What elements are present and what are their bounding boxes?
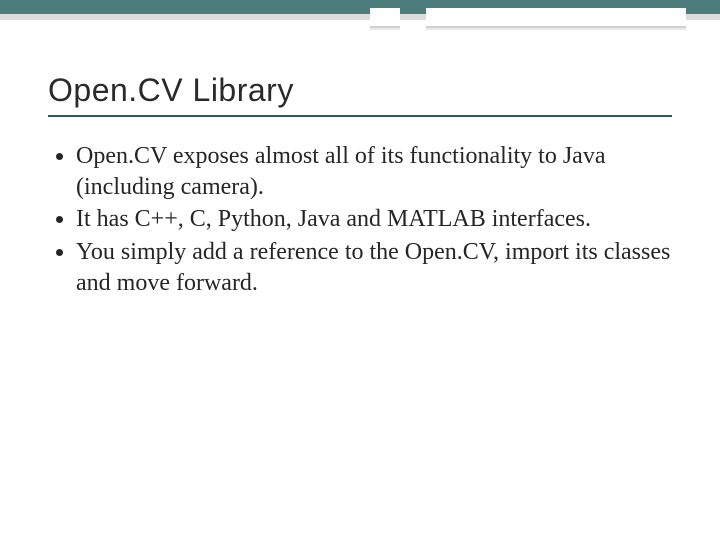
accent-block-2	[426, 8, 686, 26]
list-item: Open.CV exposes almost all of its functi…	[76, 141, 672, 202]
accent-block-1	[370, 8, 400, 26]
list-item: You simply add a reference to the Open.C…	[76, 237, 672, 298]
list-item: It has C++, C, Python, Java and MATLAB i…	[76, 204, 672, 235]
slide-body: Open.CV Library Open.CV exposes almost a…	[0, 30, 720, 540]
bullet-list: Open.CV exposes almost all of its functi…	[54, 141, 672, 299]
title-underline	[48, 115, 672, 117]
slide-title: Open.CV Library	[48, 72, 672, 109]
